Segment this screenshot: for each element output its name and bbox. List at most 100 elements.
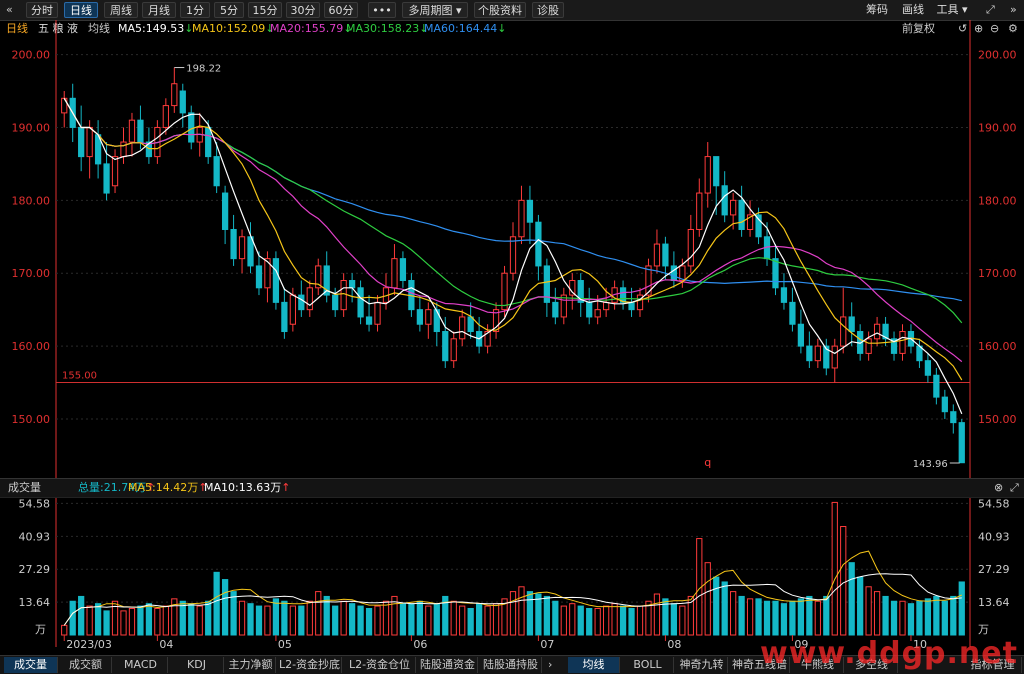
volume-bar bbox=[714, 577, 719, 635]
x-tick-label: 08 bbox=[667, 638, 681, 651]
tab-hk-connect-funds[interactable]: 陆股通资金 bbox=[418, 657, 478, 673]
volume-bar bbox=[231, 592, 236, 635]
x-tick-label: 04 bbox=[159, 638, 173, 651]
candle-body bbox=[460, 317, 465, 339]
candle-body bbox=[858, 332, 863, 354]
tab-kdj[interactable]: KDJ bbox=[170, 657, 224, 673]
fullscreen-icon[interactable]: ⤢ bbox=[986, 3, 995, 17]
chips-button[interactable]: 筹码 bbox=[860, 2, 894, 18]
tab-daily[interactable]: 日线 bbox=[64, 2, 98, 18]
volume-bar bbox=[316, 592, 321, 635]
candle-body bbox=[138, 120, 143, 142]
tab-hk-connect-holdings[interactable]: 陆股通持股 bbox=[480, 657, 542, 673]
tools-button[interactable]: 工具 ▾ bbox=[932, 2, 972, 18]
ma5-line bbox=[64, 98, 962, 414]
tab-td9[interactable]: 神奇九转 bbox=[676, 657, 728, 673]
tab-5min[interactable]: 5分 bbox=[214, 2, 244, 18]
volume-bar bbox=[95, 604, 100, 635]
candle-body bbox=[163, 106, 168, 128]
candle-body bbox=[604, 302, 609, 309]
tab-turnover[interactable]: 成交额 bbox=[60, 657, 112, 673]
volume-ma5: MA5:14.42万↑ bbox=[128, 481, 207, 495]
volume-bar bbox=[959, 582, 964, 635]
candle-body bbox=[519, 200, 524, 236]
volume-bar bbox=[866, 587, 871, 635]
close-icon[interactable]: ⊗ bbox=[994, 481, 1003, 495]
tab-1min[interactable]: 1分 bbox=[180, 2, 210, 18]
multi-period-button[interactable]: 多周期图 ▾ bbox=[402, 2, 468, 18]
diagnose-button[interactable]: 诊股 bbox=[532, 2, 564, 18]
chevron-right-icon[interactable]: › bbox=[548, 658, 552, 672]
tab-intraday[interactable]: 分时 bbox=[26, 2, 58, 18]
tab-boll[interactable]: BOLL bbox=[622, 657, 674, 673]
volume-bar bbox=[544, 596, 549, 635]
price-volume-chart[interactable]: 200.00200.00190.00190.00180.00180.00170.… bbox=[0, 0, 1024, 673]
stock-name: 五 粮 液 bbox=[38, 22, 78, 36]
more-button[interactable]: ••• bbox=[368, 2, 396, 18]
tab-30min[interactable]: 30分 bbox=[286, 2, 320, 18]
tab-macd[interactable]: MACD bbox=[114, 657, 168, 673]
volume-bar bbox=[460, 606, 465, 635]
zoom-out-icon[interactable]: ⊖ bbox=[990, 22, 999, 36]
candle-body bbox=[620, 288, 625, 303]
collapse-left-icon[interactable]: « bbox=[6, 3, 13, 17]
expand-right-icon[interactable]: » bbox=[1010, 3, 1017, 17]
volume-bar bbox=[527, 592, 532, 635]
candle-body bbox=[400, 259, 405, 281]
volume-bar bbox=[629, 608, 634, 635]
draw-line-button[interactable]: 画线 bbox=[896, 2, 930, 18]
expand-icon[interactable]: ⤢ bbox=[1010, 481, 1019, 495]
candle-body bbox=[333, 295, 338, 310]
adjust-button[interactable]: 前复权 bbox=[902, 22, 935, 36]
volume-bar bbox=[731, 592, 736, 635]
candle-body bbox=[510, 237, 515, 273]
volume-bars-layer bbox=[62, 502, 965, 635]
event-marker-q: q bbox=[704, 456, 711, 469]
volume-bar bbox=[824, 596, 829, 635]
volume-bar bbox=[553, 601, 558, 635]
tab-15min[interactable]: 15分 bbox=[248, 2, 282, 18]
undo-icon[interactable]: ↺ bbox=[958, 22, 967, 36]
candle-body bbox=[731, 200, 736, 215]
candle-body bbox=[925, 361, 930, 376]
price-tick-label-right: 170.00 bbox=[978, 267, 1017, 280]
candle-body bbox=[739, 200, 744, 229]
candle-body bbox=[764, 237, 769, 259]
volume-bar bbox=[477, 604, 482, 635]
tab-l2-bottom[interactable]: L2-资金抄底 bbox=[278, 657, 342, 673]
price-tick-label-left: 170.00 bbox=[12, 267, 51, 280]
volume-bar bbox=[764, 601, 769, 635]
ma30-line bbox=[64, 98, 962, 323]
volume-bar bbox=[942, 601, 947, 635]
tab-60min[interactable]: 60分 bbox=[324, 2, 358, 18]
low-marker-label: 143.96 bbox=[913, 459, 948, 470]
stock-profile-button[interactable]: 个股资料 bbox=[474, 2, 526, 18]
candle-body bbox=[680, 266, 685, 281]
volume-bar bbox=[697, 539, 702, 635]
candle-body bbox=[392, 259, 397, 288]
candle-body bbox=[874, 324, 879, 339]
candle-body bbox=[612, 288, 617, 303]
tab-main-net[interactable]: 主力净额 bbox=[226, 657, 276, 673]
zoom-in-icon[interactable]: ⊕ bbox=[974, 22, 983, 36]
ma-type-label[interactable]: 均线 bbox=[88, 22, 110, 36]
candle-body bbox=[129, 120, 134, 142]
volume-bar bbox=[688, 596, 693, 635]
settings-icon[interactable]: ⚙ bbox=[1008, 22, 1018, 36]
volume-bar bbox=[70, 601, 75, 635]
tab-volume[interactable]: 成交量 bbox=[4, 657, 58, 673]
tab-ma[interactable]: 均线 bbox=[568, 657, 620, 673]
volume-bar bbox=[290, 606, 295, 635]
tab-weekly[interactable]: 周线 bbox=[104, 2, 138, 18]
candle-body bbox=[841, 317, 846, 346]
volume-bar bbox=[578, 606, 583, 635]
volume-bar bbox=[375, 606, 380, 635]
volume-bar bbox=[434, 604, 439, 635]
volume-panel-header: 成交量 总量:21.74万↑ MA5:14.42万↑ MA10:13.63万↑ … bbox=[0, 478, 1024, 498]
x-tick-label: 2023/03 bbox=[66, 638, 112, 651]
candle-body bbox=[908, 332, 913, 347]
volume-bar bbox=[917, 601, 922, 635]
tab-l2-position[interactable]: L2-资金仓位 bbox=[344, 657, 416, 673]
volume-ma10-text: MA10:13.63万 bbox=[204, 481, 281, 494]
tab-monthly[interactable]: 月线 bbox=[142, 2, 176, 18]
